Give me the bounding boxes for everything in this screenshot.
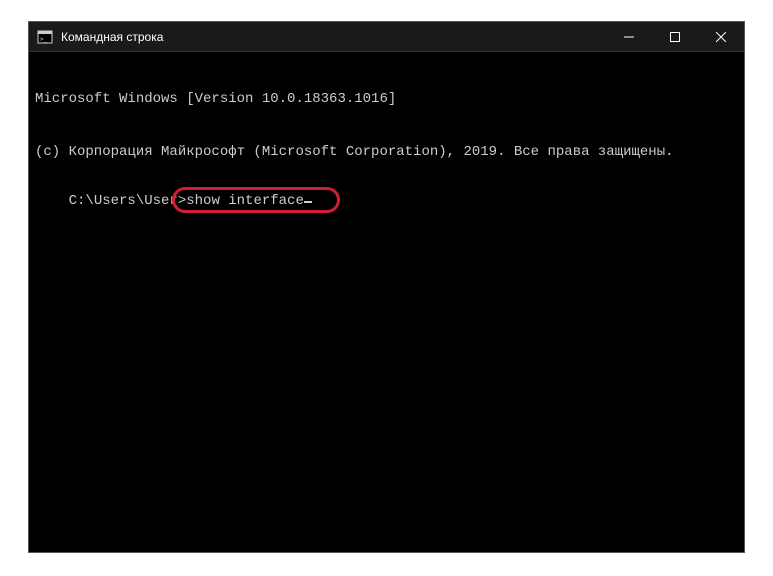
version-line: Microsoft Windows [Version 10.0.18363.10… [35,91,738,109]
typed-command: show interface [186,193,304,209]
close-button[interactable] [698,22,744,51]
command-prompt-window: >_ Командная строка Microsoft Windows [V… [28,21,745,553]
prompt-path: C:\Users\User> [69,193,187,209]
cmd-icon: >_ [37,29,53,45]
window-title: Командная строка [61,30,606,44]
minimize-button[interactable] [606,22,652,51]
copyright-line: (c) Корпорация Майкрософт (Microsoft Cor… [35,144,738,162]
svg-text:>_: >_ [40,36,48,43]
window-controls [606,22,744,51]
titlebar[interactable]: >_ Командная строка [29,22,744,52]
prompt-line: C:\Users\User>show interface [69,193,312,246]
terminal-output[interactable]: Microsoft Windows [Version 10.0.18363.10… [29,52,744,552]
cursor [304,201,312,203]
maximize-button[interactable] [652,22,698,51]
